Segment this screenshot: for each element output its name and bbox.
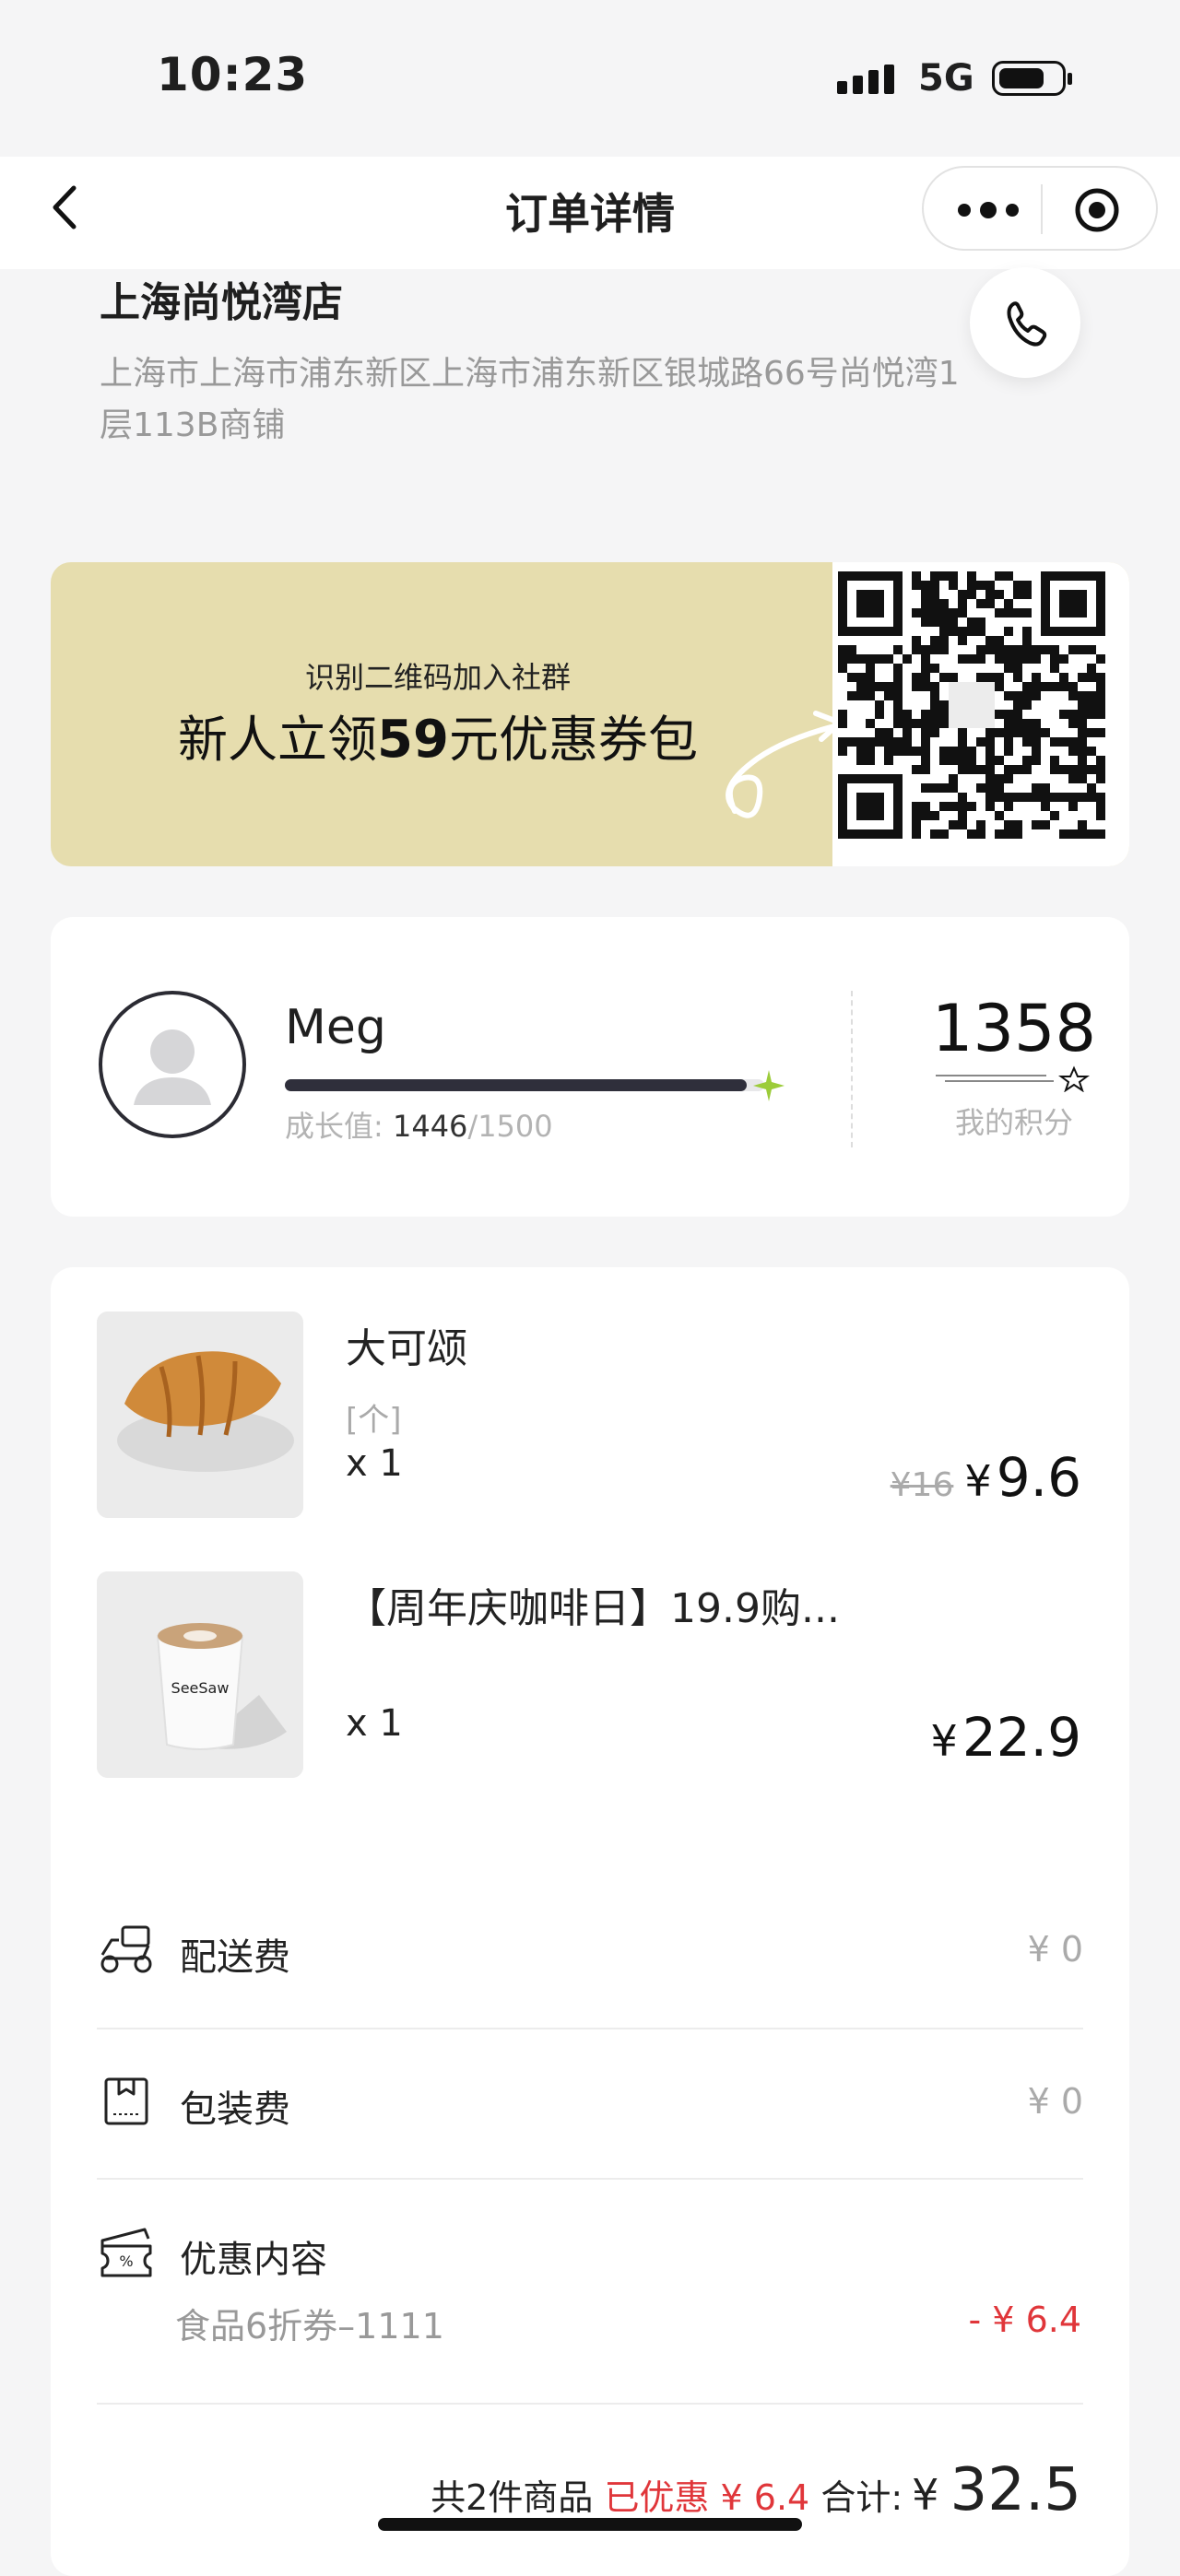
mini-program-capsule (922, 166, 1158, 251)
sparkle-icon (753, 1070, 785, 1101)
points-value: 1358 (931, 991, 1097, 1066)
store-address: 上海市上海市浦东新区上海市浦东新区银城路66号尚悦湾1层113B商铺 (100, 355, 960, 444)
order-card: 大可颂 [个] x 1 ¥16 ¥ 9.6 SeeSaw 【周年庆咖啡日】19.9… (51, 1267, 1129, 2576)
order-summary: 共2件商品 已优惠 ¥ 6.4 合计: ¥ 32.5 (431, 2456, 1081, 2524)
svg-text:SeeSaw: SeeSaw (171, 1679, 230, 1697)
banner-subtitle: 识别二维码加入社群 (304, 660, 571, 695)
original-price: ¥16 (890, 1466, 954, 1504)
avatar-placeholder-icon (99, 991, 246, 1138)
svg-text:%: % (119, 2253, 133, 2270)
points-label: 我的积分 (954, 1105, 1073, 1140)
current-price: 22.9 (962, 1706, 1081, 1769)
saved-amount: 已优惠 ¥ 6.4 (604, 2477, 810, 2518)
total-label: 合计: (820, 2477, 903, 2518)
coupon-icon: % (100, 2228, 152, 2277)
product-name: 大可颂 (346, 1325, 467, 1372)
product-price: ¥ 22.9 (930, 1706, 1081, 1769)
close-button[interactable] (1071, 186, 1123, 234)
qr-code (832, 562, 1129, 866)
mini-program-close-icon (1075, 188, 1119, 232)
member-card[interactable]: Meg 成长值: 1446/1500 1358 我的积分 (51, 917, 1129, 1217)
delivery-fee-value: ¥ 0 (1027, 1929, 1083, 1970)
status-time: 10:23 (157, 48, 309, 101)
item-count: 共2件商品 (431, 2477, 594, 2518)
delivery-fee-label: 配送费 (180, 1936, 290, 1979)
current-price: 9.6 (996, 1446, 1081, 1509)
product-price: ¥16 ¥ 9.6 (890, 1446, 1081, 1509)
phone-icon (1007, 301, 1047, 347)
network-label: 5G (918, 57, 974, 100)
package-icon (104, 2077, 148, 2125)
more-button[interactable] (951, 190, 1025, 230)
more-dots-icon (958, 202, 1019, 218)
community-banner[interactable]: 识别二维码加入社群 新人立领59元优惠券包 (51, 562, 1129, 866)
discount-row: % 优惠内容 (97, 2196, 1083, 2307)
product-spec: [个] (346, 1402, 402, 1439)
discount-name: 食品6折券–1111 (175, 2306, 444, 2347)
croissant-image (97, 1312, 303, 1518)
call-store-button[interactable] (970, 267, 1080, 378)
product-name: 【周年庆咖啡日】19.9购... (346, 1585, 840, 1632)
discount-value: - ¥ 6.4 (968, 2300, 1081, 2340)
star-decoration-icon (936, 1065, 1090, 1092)
growth-progress-bar (285, 1079, 764, 1091)
packing-fee-row: 包装费 ¥ 0 (97, 2046, 1083, 2157)
banner-title: 新人立领59元优惠券包 (178, 710, 698, 770)
product-qty: x 1 (346, 1702, 403, 1745)
packing-fee-value: ¥ 0 (1027, 2081, 1083, 2122)
home-indicator (378, 2518, 802, 2531)
signal-icon (837, 65, 900, 94)
battery-icon (992, 61, 1072, 96)
coffee-cup-image: SeeSaw (97, 1571, 303, 1778)
scooter-icon (100, 1925, 152, 1973)
packing-fee-label: 包装费 (180, 2088, 290, 2131)
delivery-fee-row: 配送费 ¥ 0 (97, 1894, 1083, 2005)
store-name: 上海尚悦湾店 (100, 279, 343, 326)
growth-value: 成长值: 1446/1500 (285, 1109, 553, 1144)
total-amount: 32.5 (950, 2456, 1082, 2524)
product-qty: x 1 (346, 1442, 403, 1485)
discount-label: 优惠内容 (180, 2239, 327, 2281)
member-name: Meg (285, 1000, 386, 1055)
